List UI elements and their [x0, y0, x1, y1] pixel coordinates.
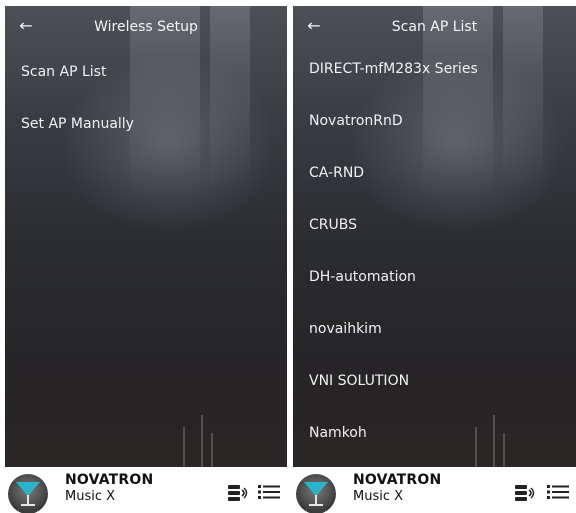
- player-bar[interactable]: NOVATRON Music X: [293, 467, 576, 513]
- ap-list-item[interactable]: CRUBS: [309, 209, 566, 241]
- novatron-logo-icon: [8, 474, 48, 513]
- ap-list-item[interactable]: VNI SOLUTION: [309, 365, 566, 397]
- ap-list-item[interactable]: NovatronRnD: [309, 105, 566, 137]
- background-post: [183, 427, 185, 467]
- brand-name: NOVATRON: [65, 472, 154, 488]
- scan-ap-list-screen: ← Scan AP List DIRECT-mfM283x Series Nov…: [293, 6, 576, 513]
- martini-glass-icon: [304, 482, 328, 506]
- wireless-setup-content: ← Wireless Setup Scan AP List Set AP Man…: [5, 6, 287, 467]
- player-bar[interactable]: NOVATRON Music X: [5, 467, 287, 513]
- app-bar: ← Wireless Setup: [5, 6, 287, 48]
- ap-list-item[interactable]: DIRECT-mfM283x Series: [309, 53, 566, 85]
- wireless-setup-screen: ← Wireless Setup Scan AP List Set AP Man…: [5, 6, 287, 513]
- page-title: Scan AP List: [391, 19, 478, 35]
- page-title: Wireless Setup: [94, 19, 198, 35]
- menu-item-scan-ap-list[interactable]: Scan AP List: [21, 56, 277, 88]
- ap-list-item[interactable]: Namkoh: [309, 417, 566, 449]
- background-post: [201, 415, 203, 467]
- brand-name: NOVATRON: [353, 472, 442, 488]
- list-icon[interactable]: [258, 484, 280, 500]
- list-icon[interactable]: [547, 484, 569, 500]
- background-post: [211, 433, 213, 467]
- scan-ap-list-content: ← Scan AP List DIRECT-mfM283x Series Nov…: [293, 6, 576, 467]
- novatron-logo-icon: [296, 474, 336, 513]
- menu-item-set-ap-manually[interactable]: Set AP Manually: [21, 108, 277, 140]
- brand-subtitle: Music X: [65, 489, 116, 504]
- speaker-stack-icon[interactable]: [514, 484, 536, 502]
- ap-list-item[interactable]: DH-automation: [309, 261, 566, 293]
- app-bar: ← Scan AP List: [293, 6, 576, 48]
- brand-subtitle: Music X: [353, 489, 404, 504]
- speaker-stack-icon[interactable]: [227, 484, 249, 502]
- ap-list-item[interactable]: novaihkim: [309, 313, 566, 345]
- ap-list-item[interactable]: CA-RND: [309, 157, 566, 189]
- martini-glass-icon: [16, 482, 40, 506]
